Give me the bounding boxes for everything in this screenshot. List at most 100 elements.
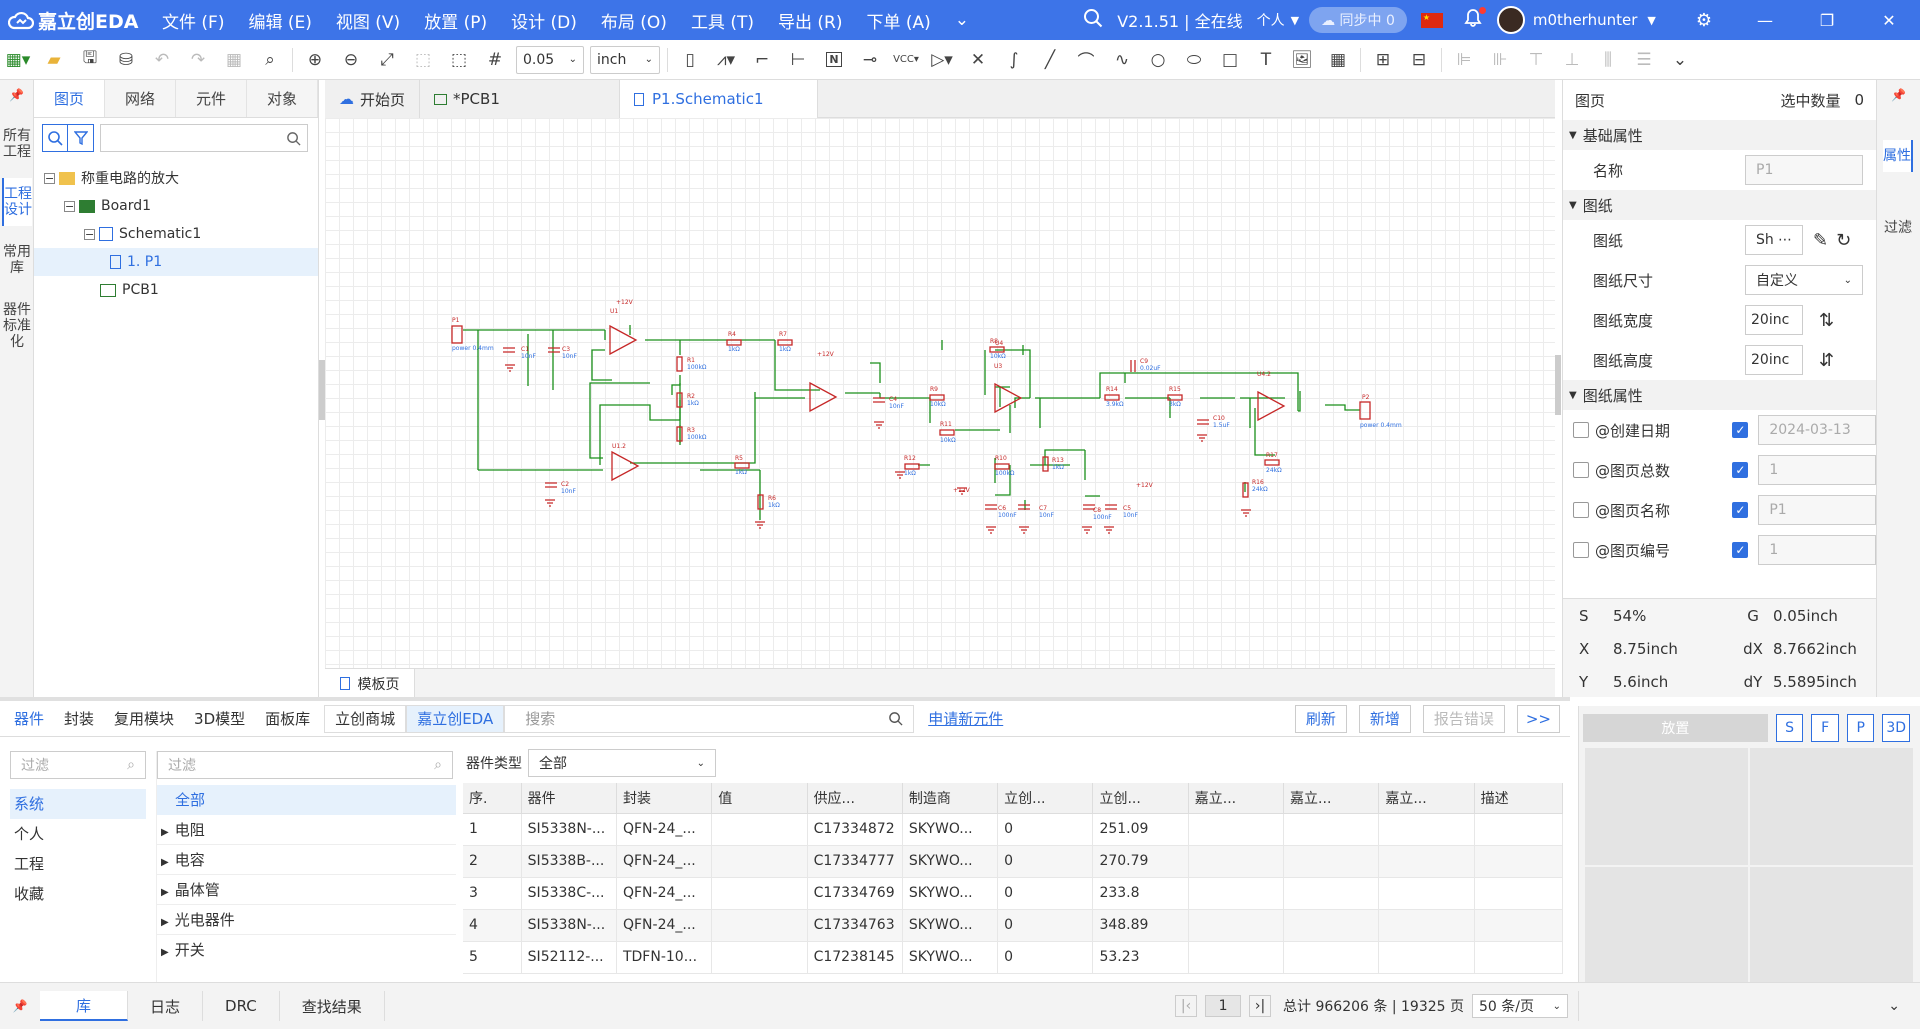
edit-pencil-icon[interactable]: ✎: [1813, 230, 1828, 251]
pin-icon[interactable]: 📌: [0, 80, 33, 110]
section-sheet-props[interactable]: ▼ 图纸属性: [1563, 380, 1876, 410]
mode-dropdown-icon[interactable]: ▼: [1291, 14, 1299, 27]
tree-project[interactable]: − 称重电路的放大: [34, 164, 318, 192]
preview-symbol-button[interactable]: S: [1775, 714, 1804, 742]
junction-icon[interactable]: ⊸: [852, 44, 888, 76]
restore-icon[interactable]: ❐: [1796, 11, 1858, 30]
align-left-icon[interactable]: ⊫: [1446, 44, 1482, 76]
sync-status-badge[interactable]: ☁ 同步中 0: [1309, 7, 1407, 33]
col-supplier[interactable]: 供应...: [807, 783, 903, 814]
attr-checkbox[interactable]: [1573, 422, 1589, 438]
zoom-selection-icon[interactable]: ⬚: [405, 44, 441, 76]
align-top-icon[interactable]: ⊤: [1518, 44, 1554, 76]
notification-bell-icon[interactable]: [1463, 7, 1486, 32]
preview-3d-button[interactable]: 3D: [1882, 714, 1910, 742]
user-dropdown-icon[interactable]: ▼: [1647, 14, 1655, 27]
tab-components[interactable]: 元件: [176, 80, 247, 117]
app-logo[interactable]: 嘉立创EDA: [0, 7, 150, 34]
place-button[interactable]: 放置: [1583, 714, 1768, 742]
col-description[interactable]: 描述: [1474, 783, 1563, 814]
doc-tab-schematic[interactable]: P1.Schematic1: [620, 80, 819, 118]
align-bottom-icon[interactable]: ⊥: [1554, 44, 1590, 76]
col-footprint[interactable]: 封装: [616, 783, 713, 814]
distribute-v-icon[interactable]: ☰: [1626, 44, 1662, 76]
vtab-project-design[interactable]: 工程设计: [2, 178, 32, 226]
category-project[interactable]: 工程: [10, 849, 146, 879]
attr-checkbox[interactable]: [1573, 542, 1589, 558]
last-page-icon[interactable]: ›|: [1249, 995, 1272, 1017]
col-jlc-3[interactable]: 嘉立...: [1378, 783, 1475, 814]
design-check-icon[interactable]: ⊞: [1365, 44, 1401, 76]
unit-select[interactable]: inch ⌄: [590, 45, 660, 74]
attr-checkbox[interactable]: [1573, 502, 1589, 518]
ellipse-icon[interactable]: ⬭: [1176, 44, 1212, 76]
prop-size-select[interactable]: 自定义 ⌄: [1745, 265, 1863, 295]
pin-icon[interactable]: ∫: [996, 44, 1032, 76]
preview-cell[interactable]: [1750, 748, 1913, 865]
col-manufacturer[interactable]: 制造商: [902, 783, 999, 814]
filter-icon[interactable]: [68, 124, 94, 152]
attr-value-input[interactable]: 2024-03-13: [1758, 415, 1876, 445]
mode-selector[interactable]: 个人: [1257, 10, 1285, 30]
netlist-icon[interactable]: ⊟: [1401, 44, 1437, 76]
doc-tab-pcb[interactable]: *PCB1: [420, 80, 621, 118]
minimize-icon[interactable]: —: [1734, 11, 1796, 30]
filter-input[interactable]: 过滤 ⌕: [10, 751, 146, 779]
refresh-button[interactable]: 刷新: [1294, 704, 1347, 733]
table-icon[interactable]: ▦: [1320, 44, 1356, 76]
lib-tab-3d-models[interactable]: 3D模型: [184, 708, 255, 729]
vcc-icon[interactable]: VCC ▾: [888, 44, 924, 76]
collapse-icon[interactable]: −: [44, 172, 55, 184]
schematic-canvas[interactable]: P1 power 0.4mm P2 power 0.4mm U1 U1.2 U3…: [325, 118, 1555, 668]
doc-tab-start[interactable]: ☁ 开始页: [325, 80, 421, 118]
tree-pcb[interactable]: PCB1: [34, 276, 318, 304]
page-tab-template[interactable]: 模板页: [325, 669, 415, 698]
preview-cell[interactable]: [1585, 867, 1748, 984]
category-optoelectronic[interactable]: ▶ 光电器件: [157, 905, 456, 935]
username[interactable]: m0therhunter: [1533, 11, 1637, 29]
bottom-tab-drc[interactable]: DRC: [203, 991, 280, 1021]
refresh-icon[interactable]: ↻: [1836, 230, 1851, 251]
vtab-all-projects[interactable]: 所有工程: [2, 120, 32, 168]
redo-icon[interactable]: ↷: [180, 44, 216, 76]
bottom-tab-library[interactable]: 库: [40, 991, 128, 1021]
filter-input[interactable]: 过滤 ⌕: [157, 751, 453, 779]
close-icon[interactable]: ✕: [1858, 11, 1920, 30]
avatar[interactable]: [1496, 6, 1525, 34]
category-personal[interactable]: 个人: [10, 819, 146, 849]
table-row[interactable]: 5 SI52112-... TDFN-10... C17238145 SKYWO... 0…: [463, 941, 1563, 974]
category-favorites[interactable]: 收藏: [10, 879, 146, 909]
tree-search-input[interactable]: [100, 124, 308, 152]
menu-tools[interactable]: 工具 (T): [679, 8, 766, 33]
category-resistor[interactable]: ▶ 电阻: [157, 815, 456, 845]
attr-value-input[interactable]: 1: [1758, 455, 1876, 485]
align-right-icon[interactable]: ⊪: [1482, 44, 1518, 76]
table-row[interactable]: 2 SI5338B-... QFN-24_... C17334777 SKYWO... 0…: [463, 845, 1563, 878]
image-icon[interactable]: 🖼: [1284, 44, 1320, 76]
expand-button[interactable]: >>: [1516, 704, 1560, 733]
collapse-icon[interactable]: −: [64, 200, 75, 212]
settings-gear-icon[interactable]: ⚙: [1696, 10, 1712, 31]
save-as-icon[interactable]: ⛁: [108, 44, 144, 76]
attr-checkbox[interactable]: [1573, 462, 1589, 478]
open-folder-icon[interactable]: ▰: [36, 44, 72, 76]
bottom-tab-search-results[interactable]: 查找结果: [280, 991, 385, 1021]
zoom-in-icon[interactable]: ⊕: [297, 44, 333, 76]
col-jlc-1[interactable]: 嘉立...: [1188, 783, 1285, 814]
attr-visible-checkbox[interactable]: ✓: [1732, 502, 1749, 518]
net-label-icon[interactable]: N: [816, 44, 852, 76]
attr-value-input[interactable]: P1: [1758, 495, 1876, 525]
toolbar-more-icon[interactable]: ⌄: [1662, 44, 1698, 76]
per-page-select[interactable]: 50 条/页 ⌄: [1472, 994, 1568, 1018]
zoom-out-icon[interactable]: ⊖: [333, 44, 369, 76]
lib-tab-reuse-modules[interactable]: 复用模块: [104, 708, 184, 729]
tree-page[interactable]: 1. P1: [34, 248, 318, 276]
add-button[interactable]: 新增: [1358, 704, 1411, 733]
tab-pages[interactable]: 图页: [34, 80, 105, 117]
vtab-properties[interactable]: 属性: [1883, 140, 1913, 172]
col-device[interactable]: 器件: [521, 783, 617, 814]
undo-icon[interactable]: ↶: [144, 44, 180, 76]
prop-sheet-select[interactable]: Sh ⋯: [1745, 225, 1803, 255]
place-panel-footer[interactable]: ⌄: [1578, 991, 1920, 1021]
search-icon[interactable]: [1083, 8, 1103, 33]
